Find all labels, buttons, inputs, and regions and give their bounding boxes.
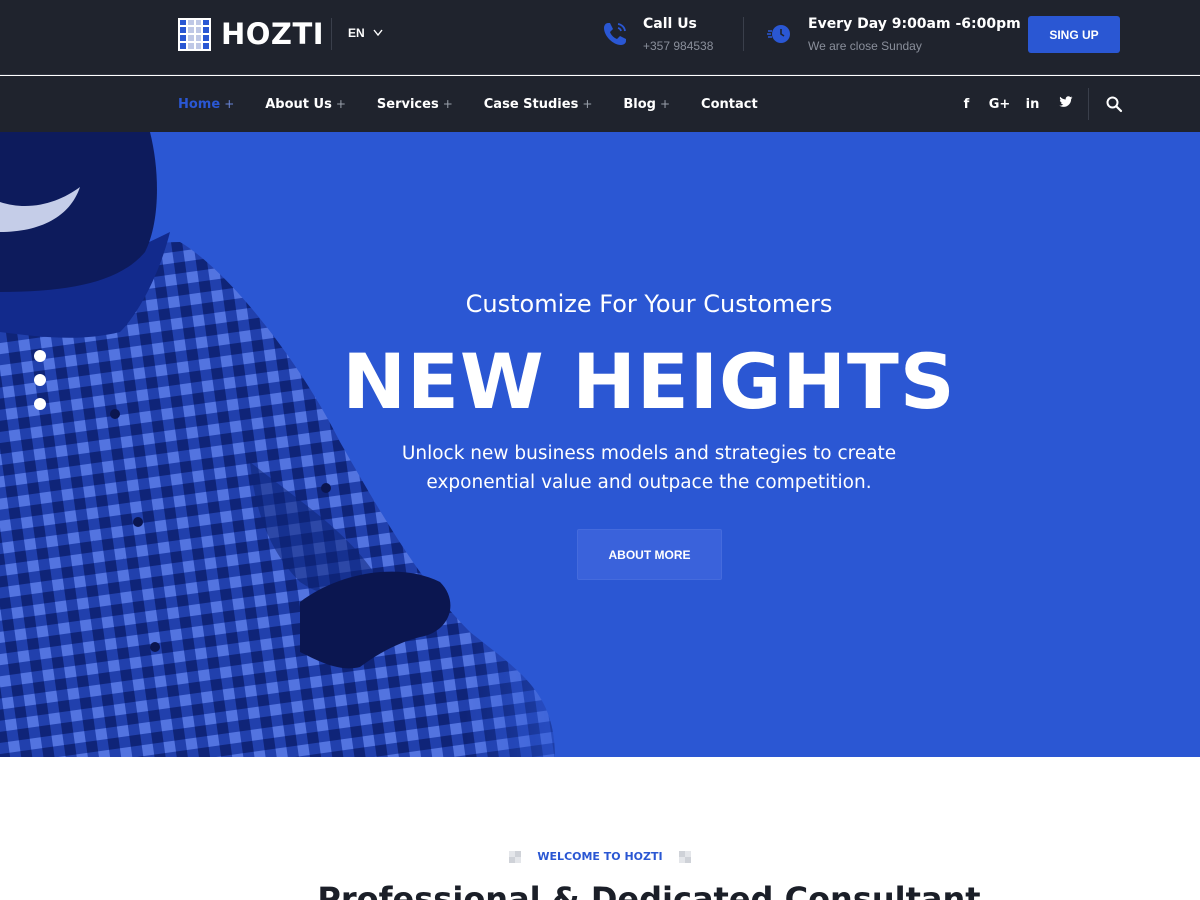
hours-info: Every Day 9:00am -6:00pm We are close Su… <box>766 16 1021 54</box>
call-number[interactable]: +357 984538 <box>643 38 713 54</box>
plus-icon: + <box>224 97 235 111</box>
logo-text: HOZTI <box>221 17 325 51</box>
nav-item-services[interactable]: Services + <box>377 97 453 112</box>
chevron-down-icon <box>373 29 383 37</box>
hero-slider: Customize For Your Customers NEW HEIGHTS… <box>0 132 1200 757</box>
google-plus-icon[interactable]: G+ <box>983 97 1016 112</box>
nav-item-home[interactable]: Home + <box>178 97 234 112</box>
nav-item-label: Services <box>376 96 439 112</box>
welcome-label: WELCOME TO HOZTI <box>537 850 663 863</box>
section-title: Professional & Dedicated Consultant <box>317 880 981 900</box>
phone-icon <box>604 23 626 45</box>
plus-icon: + <box>335 97 346 111</box>
hero-description: Unlock new business models and strategie… <box>401 443 897 493</box>
decor-squares-icon <box>678 850 691 863</box>
plus-icon: + <box>582 97 593 111</box>
welcome-heading: WELCOME TO HOZTI <box>0 850 1200 863</box>
call-title: Call Us <box>643 16 697 32</box>
nav-item-about-us[interactable]: About Us + <box>265 97 346 112</box>
hours-note: We are close Sunday <box>808 39 922 53</box>
linkedin-icon[interactable]: in <box>1016 97 1049 112</box>
about-more-button[interactable]: ABOUT MORE <box>577 529 722 580</box>
hours-title: Every Day 9:00am -6:00pm <box>808 16 1021 32</box>
nav-item-label: About Us <box>265 96 332 112</box>
divider <box>743 17 744 51</box>
facebook-icon[interactable]: f <box>950 97 983 112</box>
social-links: f G+ in <box>950 76 1082 132</box>
nav-item-blog[interactable]: Blog + <box>623 97 670 112</box>
top-bar: HOZTI EN Call Us +357 984538 Every Day 9… <box>0 0 1200 75</box>
nav-bar: Home + About Us + Services + Case Studie… <box>0 76 1200 132</box>
nav-item-label: Case Studies <box>483 96 579 112</box>
call-info: Call Us +357 984538 <box>601 16 713 54</box>
nav-item-case-studies[interactable]: Case Studies + <box>484 97 593 112</box>
nav-item-label: Blog <box>623 96 656 112</box>
nav-item-label: Home <box>178 96 221 112</box>
signup-button[interactable]: SING UP <box>1028 16 1120 53</box>
plus-icon: + <box>659 97 671 111</box>
logo[interactable]: HOZTI <box>178 17 324 51</box>
nav-item-contact[interactable]: Contact <box>701 97 758 112</box>
twitter-icon[interactable] <box>1049 96 1082 112</box>
clock-icon <box>767 25 790 43</box>
language-selector[interactable]: EN <box>348 26 383 40</box>
main-nav: Home + About Us + Services + Case Studie… <box>178 76 789 132</box>
logo-icon <box>178 17 211 51</box>
nav-item-label: Contact <box>701 96 758 112</box>
language-label: EN <box>348 26 365 40</box>
decor-squares-icon <box>509 850 522 863</box>
plus-icon: + <box>442 97 453 111</box>
hero-subtitle: Customize For Your Customers <box>465 290 833 318</box>
divider <box>331 18 332 50</box>
divider <box>1088 88 1089 120</box>
hero-title: NEW HEIGHTS <box>342 337 956 426</box>
search-icon[interactable] <box>1105 95 1123 113</box>
